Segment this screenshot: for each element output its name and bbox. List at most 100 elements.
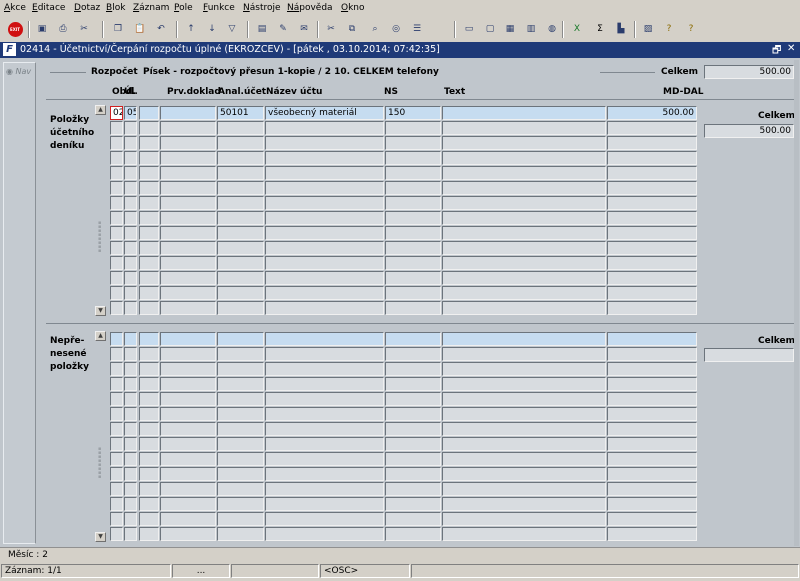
polozky-cell-obd[interactable] xyxy=(110,226,123,240)
polozky-cell-ns[interactable] xyxy=(385,181,441,195)
neprenesene-cell-anal[interactable] xyxy=(217,392,264,406)
neprenesene-cell-text[interactable] xyxy=(442,437,606,451)
neprenesene-cell-anal0[interactable] xyxy=(160,437,216,451)
polozky-cell-md[interactable] xyxy=(607,256,697,270)
neprenesene-cell-obd[interactable] xyxy=(110,392,123,406)
neprenesene-cell-ul[interactable] xyxy=(124,377,137,391)
polozky-cell-nazev[interactable] xyxy=(265,121,384,135)
neprenesene-cell-anal[interactable] xyxy=(217,497,264,511)
polozky-cell-text[interactable] xyxy=(442,286,606,300)
polozky-cell-anal[interactable] xyxy=(217,286,264,300)
polozky-cell-anal[interactable] xyxy=(217,211,264,225)
polozky-cell-anal0[interactable] xyxy=(160,211,216,225)
scroll-up-icon[interactable]: ▲ xyxy=(95,331,106,341)
menu-item-3[interactable]: Blok xyxy=(106,3,125,13)
polozky-cell-ul[interactable] xyxy=(124,211,137,225)
polozky-cell-ul[interactable] xyxy=(124,241,137,255)
polozky-cell-obd[interactable] xyxy=(110,181,123,195)
polozky-cell-nazev[interactable] xyxy=(265,286,384,300)
polozky-cell-nazev[interactable] xyxy=(265,301,384,315)
polozky-cell-ul[interactable] xyxy=(124,151,137,165)
polozky-cell-anal[interactable] xyxy=(217,121,264,135)
toolbar-button-insert[interactable]: ▭ xyxy=(461,21,477,37)
polozky-cell-anal0[interactable] xyxy=(160,166,216,180)
polozky-cell-prv[interactable] xyxy=(139,136,159,150)
polozky-cell-obd[interactable] xyxy=(110,256,123,270)
neprenesene-cell-ns[interactable] xyxy=(385,512,441,526)
neprenesene-cell-ul[interactable] xyxy=(124,332,137,346)
polozky-cell-anal[interactable] xyxy=(217,181,264,195)
toolbar-button-print[interactable]: ⎙ xyxy=(55,21,71,37)
polozky-cell-text[interactable] xyxy=(442,301,606,315)
polozky-cell-anal0[interactable] xyxy=(160,136,216,150)
neprenesene-cell-nazev[interactable] xyxy=(265,527,384,541)
polozky-cell-ns[interactable] xyxy=(385,166,441,180)
neprenesene-cell-ul[interactable] xyxy=(124,482,137,496)
polozky-cell-prv[interactable] xyxy=(139,256,159,270)
neprenesene-cell-anal[interactable] xyxy=(217,377,264,391)
neprenesene-cell-ns[interactable] xyxy=(385,467,441,481)
polozky-cell-md[interactable] xyxy=(607,136,697,150)
polozky-cell-anal0[interactable] xyxy=(160,106,216,120)
neprenesene-cell-nazev[interactable] xyxy=(265,407,384,421)
neprenesene-cell-ns[interactable] xyxy=(385,392,441,406)
polozky-cell-md[interactable] xyxy=(607,241,697,255)
toolbar-button-find-record[interactable]: ◎ xyxy=(388,21,404,37)
neprenesene-cell-obd[interactable] xyxy=(110,347,123,361)
neprenesene-cell-md[interactable] xyxy=(607,362,697,376)
menu-item-1[interactable]: Editace xyxy=(32,3,65,13)
neprenesene-cell-prv[interactable] xyxy=(139,347,159,361)
neprenesene-cell-anal0[interactable] xyxy=(160,407,216,421)
scroll-down-icon[interactable]: ▼ xyxy=(95,306,106,316)
neprenesene-cell-anal0[interactable] xyxy=(160,377,216,391)
polozky-cell-anal[interactable] xyxy=(217,196,264,210)
polozky-cell-obd[interactable] xyxy=(110,151,123,165)
polozky-cell-nazev[interactable] xyxy=(265,271,384,285)
polozky-cell-nazev[interactable] xyxy=(265,136,384,150)
polozky-cell-anal0[interactable] xyxy=(160,286,216,300)
menu-item-2[interactable]: Dotaz xyxy=(74,3,100,13)
neprenesene-cell-md[interactable] xyxy=(607,392,697,406)
polozky-cell-text[interactable] xyxy=(442,121,606,135)
polozky-cell-anal0[interactable] xyxy=(160,196,216,210)
close-window-icon[interactable]: ✕ xyxy=(787,43,795,54)
polozky-cell-nazev[interactable] xyxy=(265,211,384,225)
neprenesene-cell-prv[interactable] xyxy=(139,452,159,466)
polozky-cell-anal0[interactable] xyxy=(160,226,216,240)
polozky-cell-ns[interactable] xyxy=(385,196,441,210)
polozky-cell-anal[interactable] xyxy=(217,271,264,285)
polozky-cell-text[interactable] xyxy=(442,166,606,180)
polozky-cell-prv[interactable] xyxy=(139,166,159,180)
neprenesene-cell-text[interactable] xyxy=(442,422,606,436)
neprenesene-cell-ul[interactable] xyxy=(124,527,137,541)
neprenesene-cell-nazev[interactable] xyxy=(265,332,384,346)
neprenesene-cell-ul[interactable] xyxy=(124,512,137,526)
neprenesene-cell-text[interactable] xyxy=(442,392,606,406)
neprenesene-cell-anal0[interactable] xyxy=(160,332,216,346)
neprenesene-cell-anal0[interactable] xyxy=(160,512,216,526)
toolbar-button-edit[interactable]: ✎ xyxy=(275,21,291,37)
neprenesene-cell-text[interactable] xyxy=(442,497,606,511)
neprenesene-cell-nazev[interactable] xyxy=(265,467,384,481)
neprenesene-cell-ns[interactable] xyxy=(385,482,441,496)
scroll-down-icon[interactable]: ▼ xyxy=(95,532,106,542)
neprenesene-cell-anal0[interactable] xyxy=(160,452,216,466)
neprenesene-cell-anal[interactable] xyxy=(217,527,264,541)
neprenesene-cell-ns[interactable] xyxy=(385,332,441,346)
polozky-cell-anal[interactable] xyxy=(217,151,264,165)
polozky-cell-anal0[interactable] xyxy=(160,151,216,165)
polozky-cell-ul[interactable] xyxy=(124,166,137,180)
polozky-cell-nazev[interactable] xyxy=(265,196,384,210)
neprenesene-cell-prv[interactable] xyxy=(139,422,159,436)
polozky-cell-md[interactable] xyxy=(607,181,697,195)
polozky-cell-ul[interactable] xyxy=(124,121,137,135)
toolbar-button-scissors[interactable]: ✂ xyxy=(323,21,339,37)
polozky-cell-ns[interactable] xyxy=(385,256,441,270)
toolbar-button-cut[interactable]: ✂ xyxy=(76,21,92,37)
polozky-cell-ns[interactable] xyxy=(385,211,441,225)
polozky-cell-text[interactable] xyxy=(442,241,606,255)
toolbar-button-print-preview[interactable]: ▤ xyxy=(254,21,270,37)
toolbar-button-mail[interactable]: ✉ xyxy=(296,21,312,37)
menu-item-4[interactable]: Záznam xyxy=(133,3,169,13)
neprenesene-cell-anal0[interactable] xyxy=(160,422,216,436)
